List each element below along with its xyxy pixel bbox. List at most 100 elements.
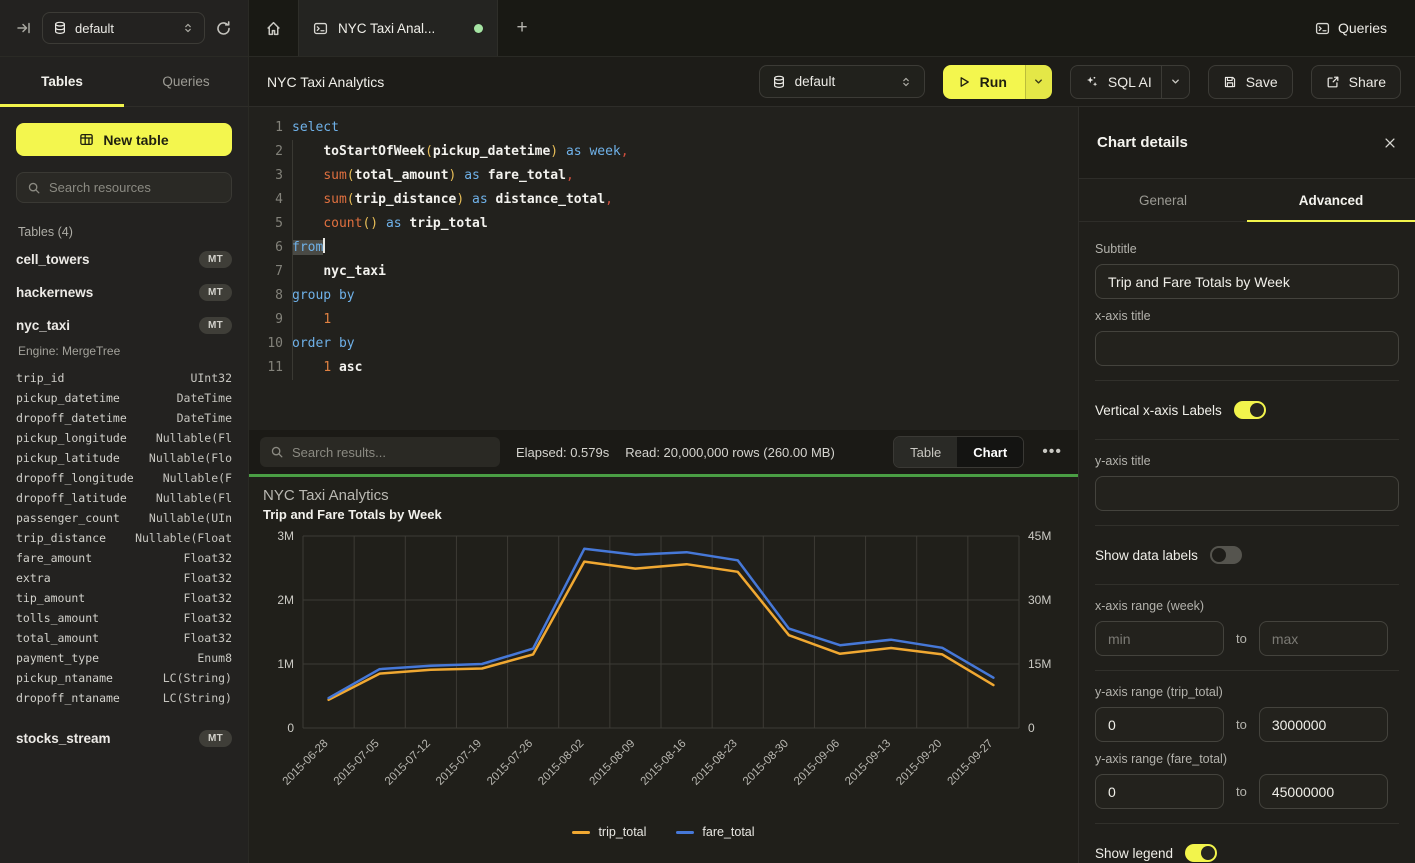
code-line: 3 sum(total_amount) as fare_total, [249,164,1078,188]
column-row[interactable]: passenger_countNullable(UIn [16,508,232,528]
svg-text:0: 0 [287,721,294,735]
fare-range-max-input[interactable] [1259,774,1388,809]
column-row[interactable]: tolls_amountFloat32 [16,608,232,628]
run-options-button[interactable] [1025,65,1052,99]
subtitle-input[interactable] [1095,264,1399,299]
column-row[interactable]: pickup_longitudeNullable(Fl [16,428,232,448]
code-text: 1 [292,308,331,332]
query-database-selector[interactable]: default [759,65,925,98]
code-line: 6from [249,236,1078,260]
show-legend-toggle[interactable] [1185,844,1217,862]
sidebar-tab-queries[interactable]: Queries [124,57,248,106]
home-button[interactable] [249,0,298,56]
more-options-icon[interactable]: ••• [1040,443,1064,461]
sidebar-item-hackernews[interactable]: hackernews MT [16,276,232,309]
resource-search[interactable] [16,172,232,203]
column-type: Float32 [85,588,232,608]
column-row[interactable]: trip_idUInt32 [16,368,232,388]
line-number: 4 [257,188,283,212]
new-table-button[interactable]: New table [16,123,232,156]
results-search[interactable] [260,437,500,467]
xaxis-range-label: x-axis range (week) [1095,599,1399,613]
resource-search-input[interactable] [49,180,221,195]
chart-view-toggle[interactable]: Chart [957,437,1023,467]
close-icon[interactable] [1383,136,1397,150]
legend-item-fare_total[interactable]: fare_total [676,825,754,839]
tab-general[interactable]: General [1079,179,1247,221]
sidebar-tab-tables[interactable]: Tables [0,57,124,106]
read-stat: Read: 20,000,000 rows (260.00 MB) [625,445,835,460]
column-row[interactable]: tip_amountFloat32 [16,588,232,608]
column-type: LC(String) [120,688,232,708]
run-button-label: Run [980,74,1007,90]
xaxis-range-min-input[interactable] [1095,621,1224,656]
svg-text:2015-09-13: 2015-09-13 [843,738,893,788]
sidebar-item-nyc-taxi[interactable]: nyc_taxi MT [16,309,232,342]
xaxis-range-max-input[interactable] [1259,621,1388,656]
column-type: Enum8 [99,648,232,668]
fare-range-min-input[interactable] [1095,774,1224,809]
column-row[interactable]: pickup_datetimeDateTime [16,388,232,408]
tables-section-header: Tables (4) [18,225,230,239]
column-name: fare_amount [16,548,92,568]
share-button-label: Share [1349,74,1386,90]
play-icon [957,75,971,89]
column-row[interactable]: dropoff_ntanameLC(String) [16,688,232,708]
code-text: from [292,236,325,260]
table-view-toggle[interactable]: Table [894,437,957,467]
refresh-icon[interactable] [215,20,232,37]
chart-title: NYC Taxi Analytics [263,487,1064,504]
tab-advanced[interactable]: Advanced [1247,179,1415,221]
code-text: sum(total_amount) as fare_total, [292,164,574,188]
collapse-sidebar-icon[interactable] [16,20,32,36]
column-row[interactable]: dropoff_datetimeDateTime [16,408,232,428]
column-row[interactable]: dropoff_latitudeNullable(Fl [16,488,232,508]
plus-icon: + [516,17,527,39]
line-number: 2 [257,140,283,164]
sql-ai-options-button[interactable] [1161,66,1189,98]
vertical-labels-toggle[interactable] [1234,401,1266,419]
sidebar-item-cell-towers[interactable]: cell_towers MT [16,243,232,276]
database-selector[interactable]: default [42,12,205,44]
vertical-labels-label: Vertical x-axis Labels [1095,403,1222,418]
share-button[interactable]: Share [1311,65,1401,99]
column-row[interactable]: dropoff_longitudeNullable(F [16,468,232,488]
legend-item-trip_total[interactable]: trip_total [572,825,646,839]
yaxis-title-input[interactable] [1095,476,1399,511]
legend-swatch [676,831,694,834]
results-search-input[interactable] [292,445,490,460]
top-bar: default NYC Taxi Anal... [0,0,1415,57]
column-row[interactable]: fare_amountFloat32 [16,548,232,568]
svg-text:15M: 15M [1028,657,1051,671]
column-row[interactable]: trip_distanceNullable(Float [16,528,232,548]
column-row[interactable]: pickup_ntanameLC(String) [16,668,232,688]
legend-label: fare_total [702,825,754,839]
new-tab-button[interactable]: + [498,0,546,56]
svg-text:2015-08-09: 2015-08-09 [587,738,637,788]
query-toolbar: NYC Taxi Analytics default Run [249,57,1415,107]
trip-range-max-input[interactable] [1259,707,1388,742]
column-row[interactable]: pickup_latitudeNullable(Flo [16,448,232,468]
column-type: Nullable(Float [106,528,232,548]
show-legend-label: Show legend [1095,846,1173,861]
details-title: Chart details [1097,134,1188,151]
run-button[interactable]: Run [943,65,1052,99]
column-row[interactable]: total_amountFloat32 [16,628,232,648]
yaxis-range-fare-label: y-axis range (fare_total) [1095,752,1399,766]
save-button[interactable]: Save [1208,65,1293,99]
sql-editor[interactable]: 1select2 toStartOfWeek(pickup_datetime) … [249,107,1078,430]
details-header: Chart details [1079,107,1415,179]
line-number: 7 [257,260,283,284]
sidebar-item-stocks-stream[interactable]: stocks_stream MT [16,722,232,755]
column-row[interactable]: extraFloat32 [16,568,232,588]
vertical-labels-group: Vertical x-axis Labels [1095,380,1399,439]
show-data-labels-toggle[interactable] [1210,546,1242,564]
queries-button[interactable]: Queries [1301,0,1415,56]
tab-nyc-taxi-analytics[interactable]: NYC Taxi Anal... [298,0,498,56]
column-row[interactable]: payment_typeEnum8 [16,648,232,668]
chevron-down-icon [1033,76,1044,87]
xaxis-title-input[interactable] [1095,331,1399,366]
sql-ai-button[interactable]: SQL AI [1070,65,1190,99]
svg-text:2015-08-02: 2015-08-02 [536,738,586,788]
trip-range-min-input[interactable] [1095,707,1224,742]
